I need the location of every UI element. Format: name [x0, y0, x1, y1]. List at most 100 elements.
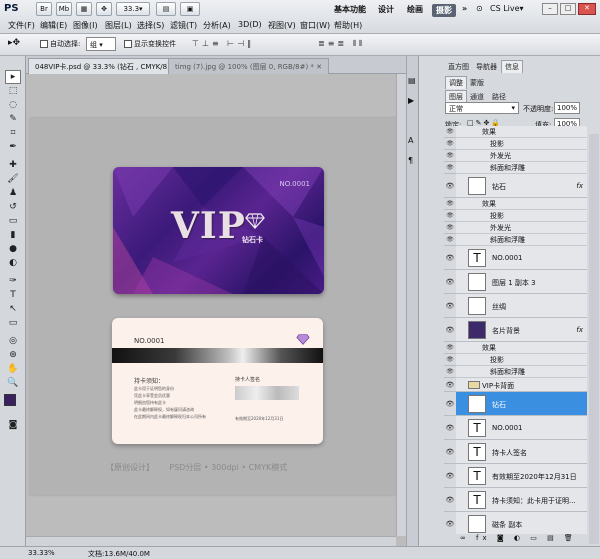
- layer-effect-item[interactable]: 外发光: [456, 150, 587, 162]
- eyedropper-tool-icon[interactable]: ✒: [5, 140, 21, 154]
- visibility-eye-icon[interactable]: 👁: [444, 512, 456, 536]
- layer-row[interactable]: 磁条 副本: [456, 512, 587, 536]
- visibility-eye-icon[interactable]: 👁: [444, 416, 456, 440]
- layer-row[interactable]: 图层 1 副本 3: [456, 270, 587, 294]
- history-brush-tool-icon[interactable]: ↺: [5, 200, 21, 214]
- quick-mask-icon[interactable]: ◙: [5, 418, 21, 432]
- visibility-eye-icon[interactable]: 👁: [444, 392, 456, 416]
- zoom-level-select[interactable]: 33.3 ▾: [116, 2, 150, 16]
- menu-help[interactable]: 帮助(H): [334, 20, 362, 31]
- auto-select-checkbox[interactable]: [40, 40, 48, 48]
- layer-effect-item[interactable]: 斜面和浮雕: [456, 234, 587, 246]
- distribute-buttons-icon[interactable]: ≣≡≣ ⫴⫴: [318, 39, 398, 49]
- layer-row[interactable]: T NO.0001: [456, 416, 587, 440]
- hand-tool-icon[interactable]: ✋: [5, 362, 21, 376]
- foreground-color-swatch[interactable]: [4, 394, 16, 406]
- dock-actions-icon[interactable]: ▶: [408, 96, 414, 105]
- tab-adjustments[interactable]: 调整: [445, 76, 467, 89]
- brush-tool-icon[interactable]: 🖌: [5, 172, 21, 186]
- show-transform-checkbox[interactable]: [124, 40, 132, 48]
- visibility-eye-icon[interactable]: 👁: [444, 318, 456, 342]
- layer-effect-item[interactable]: 投影: [456, 354, 587, 366]
- layer-row[interactable]: 钻石 fx: [456, 174, 587, 198]
- layer-effect-item[interactable]: 外发光: [456, 222, 587, 234]
- dock-character-icon[interactable]: A: [408, 136, 413, 145]
- lasso-tool-icon[interactable]: ◌: [5, 98, 21, 112]
- view-extras-button[interactable]: ▦: [76, 2, 92, 16]
- 3d-orbit-tool-icon[interactable]: ⊛: [5, 348, 21, 362]
- menu-edit[interactable]: 编辑(E): [40, 20, 67, 31]
- align-buttons-icon[interactable]: ⊤⊥≡ ⊢⊣‖: [192, 39, 312, 49]
- layer-effect-item[interactable]: 效果: [456, 198, 587, 210]
- dock-paragraph-icon[interactable]: ¶: [408, 156, 413, 165]
- minibridge-button[interactable]: Mb: [56, 2, 72, 16]
- visibility-eye-icon[interactable]: 👁: [444, 488, 456, 512]
- layers-scrollbar[interactable]: [589, 134, 599, 544]
- dock-history-icon[interactable]: ▤: [408, 76, 416, 85]
- visibility-eye-icon[interactable]: 👁: [444, 234, 456, 246]
- hand-zoom-button[interactable]: ✥: [96, 2, 112, 16]
- canvas-vertical-scrollbar[interactable]: [396, 74, 406, 536]
- layers-bottom-bar[interactable]: ∞ fx ◙ ◐ ▭ ▤ 🗑: [444, 534, 587, 546]
- visibility-eye-icon[interactable]: 👁: [444, 174, 456, 198]
- close-button[interactable]: ✕: [578, 3, 596, 15]
- move-tool-icon[interactable]: ▸: [5, 70, 21, 84]
- move-tool-preset-icon[interactable]: ▸✥: [8, 38, 30, 52]
- layer-group[interactable]: VIP卡背面: [456, 378, 587, 392]
- visibility-eye-icon[interactable]: 👁: [444, 440, 456, 464]
- layer-row[interactable]: 丝绸: [456, 294, 587, 318]
- pen-tool-icon[interactable]: ✑: [5, 274, 21, 288]
- vip-card-back[interactable]: NO.0001 持卡须知： 此卡用于证明您的身份 凭此卡享受会员优惠 明细由您持…: [112, 318, 323, 444]
- tab-vip-card[interactable]: 048VIP卡.psd @ 33.3% (钻石 , CMYK/8) * ✕: [28, 58, 191, 74]
- auto-select-dropdown[interactable]: 组 ▾: [86, 37, 116, 51]
- arrange-documents-button[interactable]: ▤: [156, 2, 176, 16]
- shape-tool-icon[interactable]: ▭: [5, 316, 21, 330]
- menu-select[interactable]: 选择(S): [137, 20, 164, 31]
- 3d-rotate-tool-icon[interactable]: ◎: [5, 334, 21, 348]
- layer-row[interactable]: T NO.0001: [456, 246, 587, 270]
- layer-fx-badge[interactable]: fx: [576, 182, 583, 190]
- layer-row[interactable]: T 有效期至2020年12月31日: [456, 464, 587, 488]
- tab-navigator[interactable]: 导航器: [473, 61, 500, 73]
- opacity-input[interactable]: 100%: [554, 102, 580, 114]
- menu-layer[interactable]: 图层(L): [105, 20, 132, 31]
- blend-mode-select[interactable]: 正常 ▾: [445, 102, 519, 114]
- layer-effect-item[interactable]: 斜面和浮雕: [456, 366, 587, 378]
- layer-effect-item[interactable]: 效果: [456, 126, 587, 138]
- type-tool-icon[interactable]: T: [5, 288, 21, 302]
- tab-histogram[interactable]: 直方图: [445, 61, 472, 73]
- menu-filter[interactable]: 滤镜(T): [170, 20, 197, 31]
- tab-masks[interactable]: 蒙版: [467, 77, 487, 89]
- tab-info[interactable]: 信息: [501, 60, 523, 73]
- visibility-eye-icon[interactable]: 👁: [444, 222, 456, 234]
- layer-fx-badge[interactable]: fx: [576, 326, 583, 334]
- visibility-eye-icon[interactable]: 👁: [444, 464, 456, 488]
- visibility-eye-icon[interactable]: 👁: [444, 138, 456, 150]
- workspace-painting[interactable]: 绘画: [407, 4, 423, 15]
- bridge-button[interactable]: Br: [36, 2, 52, 16]
- visibility-eye-icon[interactable]: 👁: [444, 126, 456, 138]
- menu-window[interactable]: 窗口(W): [300, 20, 330, 31]
- layer-effect-item[interactable]: 效果: [456, 342, 587, 354]
- layer-effect-item[interactable]: 投影: [456, 138, 587, 150]
- layer-row[interactable]: 名片背景 fx: [456, 318, 587, 342]
- visibility-eye-icon[interactable]: 👁: [444, 198, 456, 210]
- visibility-eye-icon[interactable]: 👁: [444, 150, 456, 162]
- vip-card-front[interactable]: NO.0001 VIP 钻石卡: [113, 167, 324, 294]
- menu-3d[interactable]: 3D(D): [238, 20, 262, 29]
- canvas-horizontal-scrollbar[interactable]: [26, 536, 396, 546]
- maximize-button[interactable]: □: [560, 3, 576, 15]
- eraser-tool-icon[interactable]: ▭: [5, 214, 21, 228]
- minimize-button[interactable]: –: [542, 3, 558, 15]
- visibility-eye-icon[interactable]: 👁: [444, 354, 456, 366]
- visibility-eye-icon[interactable]: 👁: [444, 294, 456, 318]
- visibility-eye-icon[interactable]: 👁: [444, 162, 456, 174]
- layer-row[interactable]: T 持卡人签名: [456, 440, 587, 464]
- cs-live-button[interactable]: CS Live▾: [490, 4, 524, 13]
- status-zoom[interactable]: 33.33%: [28, 549, 55, 557]
- marquee-tool-icon[interactable]: ⬚: [5, 84, 21, 98]
- quick-select-tool-icon[interactable]: ✎: [5, 112, 21, 126]
- layer-row[interactable]: 钻石: [456, 392, 587, 416]
- visibility-eye-icon[interactable]: 👁: [444, 210, 456, 222]
- dodge-tool-icon[interactable]: ◐: [5, 256, 21, 270]
